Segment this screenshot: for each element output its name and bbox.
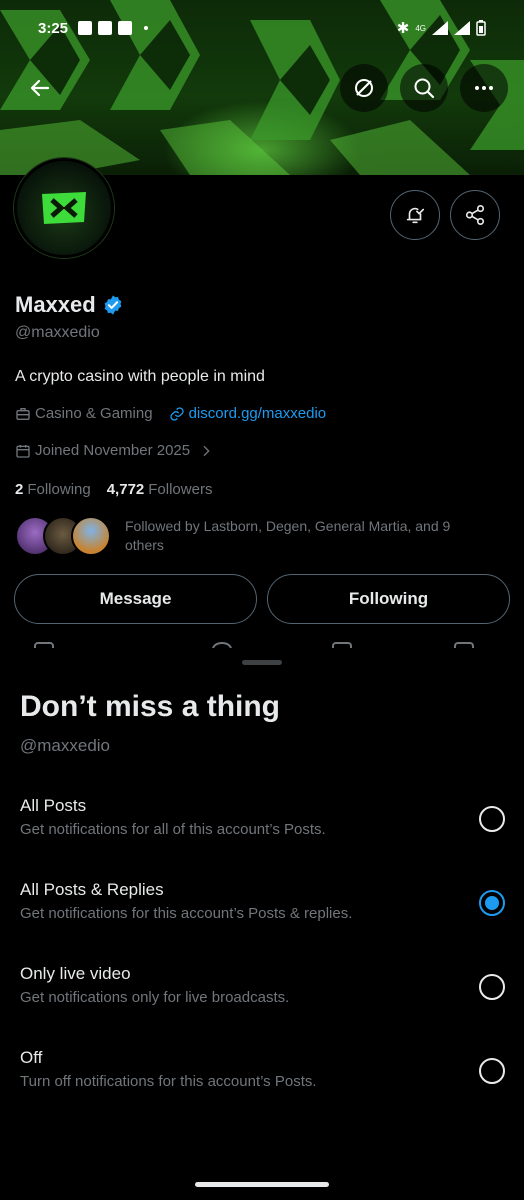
search-button[interactable]: [400, 64, 448, 112]
profile-name-row: Maxxed: [15, 292, 124, 318]
profile-category: Casino & Gaming: [35, 405, 153, 422]
signal-icon: [432, 21, 448, 35]
grok-button[interactable]: [340, 64, 388, 112]
radio-button[interactable]: [479, 974, 505, 1000]
messenger-notification-icon: [118, 21, 133, 35]
radio-button[interactable]: [479, 1058, 505, 1084]
profile-bio: A crypto casino with people in mind: [15, 368, 265, 385]
briefcase-icon: [16, 407, 30, 420]
status-time: 3:25: [38, 19, 69, 37]
more-notifications-dot-icon: [144, 26, 149, 30]
following-button[interactable]: Following: [267, 574, 510, 624]
radio-button-selected[interactable]: [479, 890, 505, 916]
profile-handle: @maxxedio: [15, 324, 100, 341]
followers-count[interactable]: 4,772: [107, 481, 145, 498]
sheet-subtitle: @maxxedio: [20, 736, 111, 755]
home-indicator[interactable]: [195, 1182, 329, 1187]
following-count[interactable]: 2: [15, 481, 23, 498]
option-title: Off: [20, 1048, 43, 1067]
option-title: Only live video: [20, 964, 131, 983]
signal-icon: [454, 21, 470, 35]
more-options-button[interactable]: [460, 64, 508, 112]
option-description: Get notifications for this account’s Pos…: [20, 905, 353, 922]
option-all-posts[interactable]: All Posts Get notifications for all of t…: [0, 796, 524, 880]
radio-button[interactable]: [479, 806, 505, 832]
battery-icon: [476, 20, 486, 36]
more-icon: [475, 86, 493, 90]
status-icons: ✱ 4G: [397, 19, 486, 37]
share-button[interactable]: [450, 190, 500, 240]
calendar-icon: [16, 444, 30, 458]
status-bar: 3:25 ✱ 4G: [0, 0, 524, 56]
search-icon: [414, 78, 435, 99]
profile-link[interactable]: discord.gg/maxxedio: [189, 405, 327, 422]
follow-counts: 2 Following 4,772 Followers: [15, 481, 212, 498]
notification-settings-sheet: Don’t miss a thing @maxxedio All Posts G…: [0, 648, 524, 1200]
link-icon: [169, 406, 184, 421]
mutual-avatar: [71, 516, 111, 556]
profile-avatar[interactable]: [14, 158, 114, 258]
profile-meta: Casino & Gaming discord.gg/maxxedio: [15, 405, 326, 422]
bluetooth-icon: ✱: [396, 20, 410, 37]
option-only-live-video[interactable]: Only live video Get notifications only f…: [0, 964, 524, 1048]
followed-by-text: Followed by Lastborn, Degen, General Mar…: [125, 518, 451, 553]
facebook-notification-icon: [78, 21, 93, 35]
option-description: Turn off notifications for this account’…: [20, 1073, 317, 1090]
bell-check-icon: [406, 207, 425, 224]
sheet-title: Don’t miss a thing: [20, 690, 281, 723]
message-button[interactable]: Message: [14, 574, 257, 624]
followers-label[interactable]: Followers: [148, 481, 212, 498]
back-arrow-icon: [30, 79, 50, 97]
maxxed-logo-icon: [42, 192, 86, 224]
facebook-notification-icon: [98, 21, 113, 35]
option-description: Get notifications for all of this accoun…: [20, 821, 326, 838]
network-type: 4G: [415, 23, 426, 33]
back-button[interactable]: [16, 64, 64, 112]
option-off[interactable]: Off Turn off notifications for this acco…: [0, 1048, 524, 1132]
joined-date: Joined November 2025: [35, 442, 191, 459]
option-title: All Posts: [20, 796, 87, 815]
followed-by-row[interactable]: Followed by Lastborn, Degen, General Mar…: [15, 516, 510, 556]
profile-joined[interactable]: Joined November 2025: [15, 442, 214, 459]
grok-icon: [355, 79, 373, 97]
chevron-right-icon: [203, 445, 210, 456]
profile-name: Maxxed: [15, 292, 96, 317]
option-all-posts-replies[interactable]: All Posts & Replies Get notifications fo…: [0, 880, 524, 964]
notifications-button[interactable]: [390, 190, 440, 240]
option-title: All Posts & Replies: [20, 880, 164, 899]
following-label[interactable]: Following: [27, 481, 90, 498]
verified-badge-icon[interactable]: [102, 294, 124, 316]
option-description: Get notifications only for live broadcas…: [20, 989, 290, 1006]
sheet-drag-handle[interactable]: [242, 660, 282, 665]
share-icon: [465, 205, 485, 225]
